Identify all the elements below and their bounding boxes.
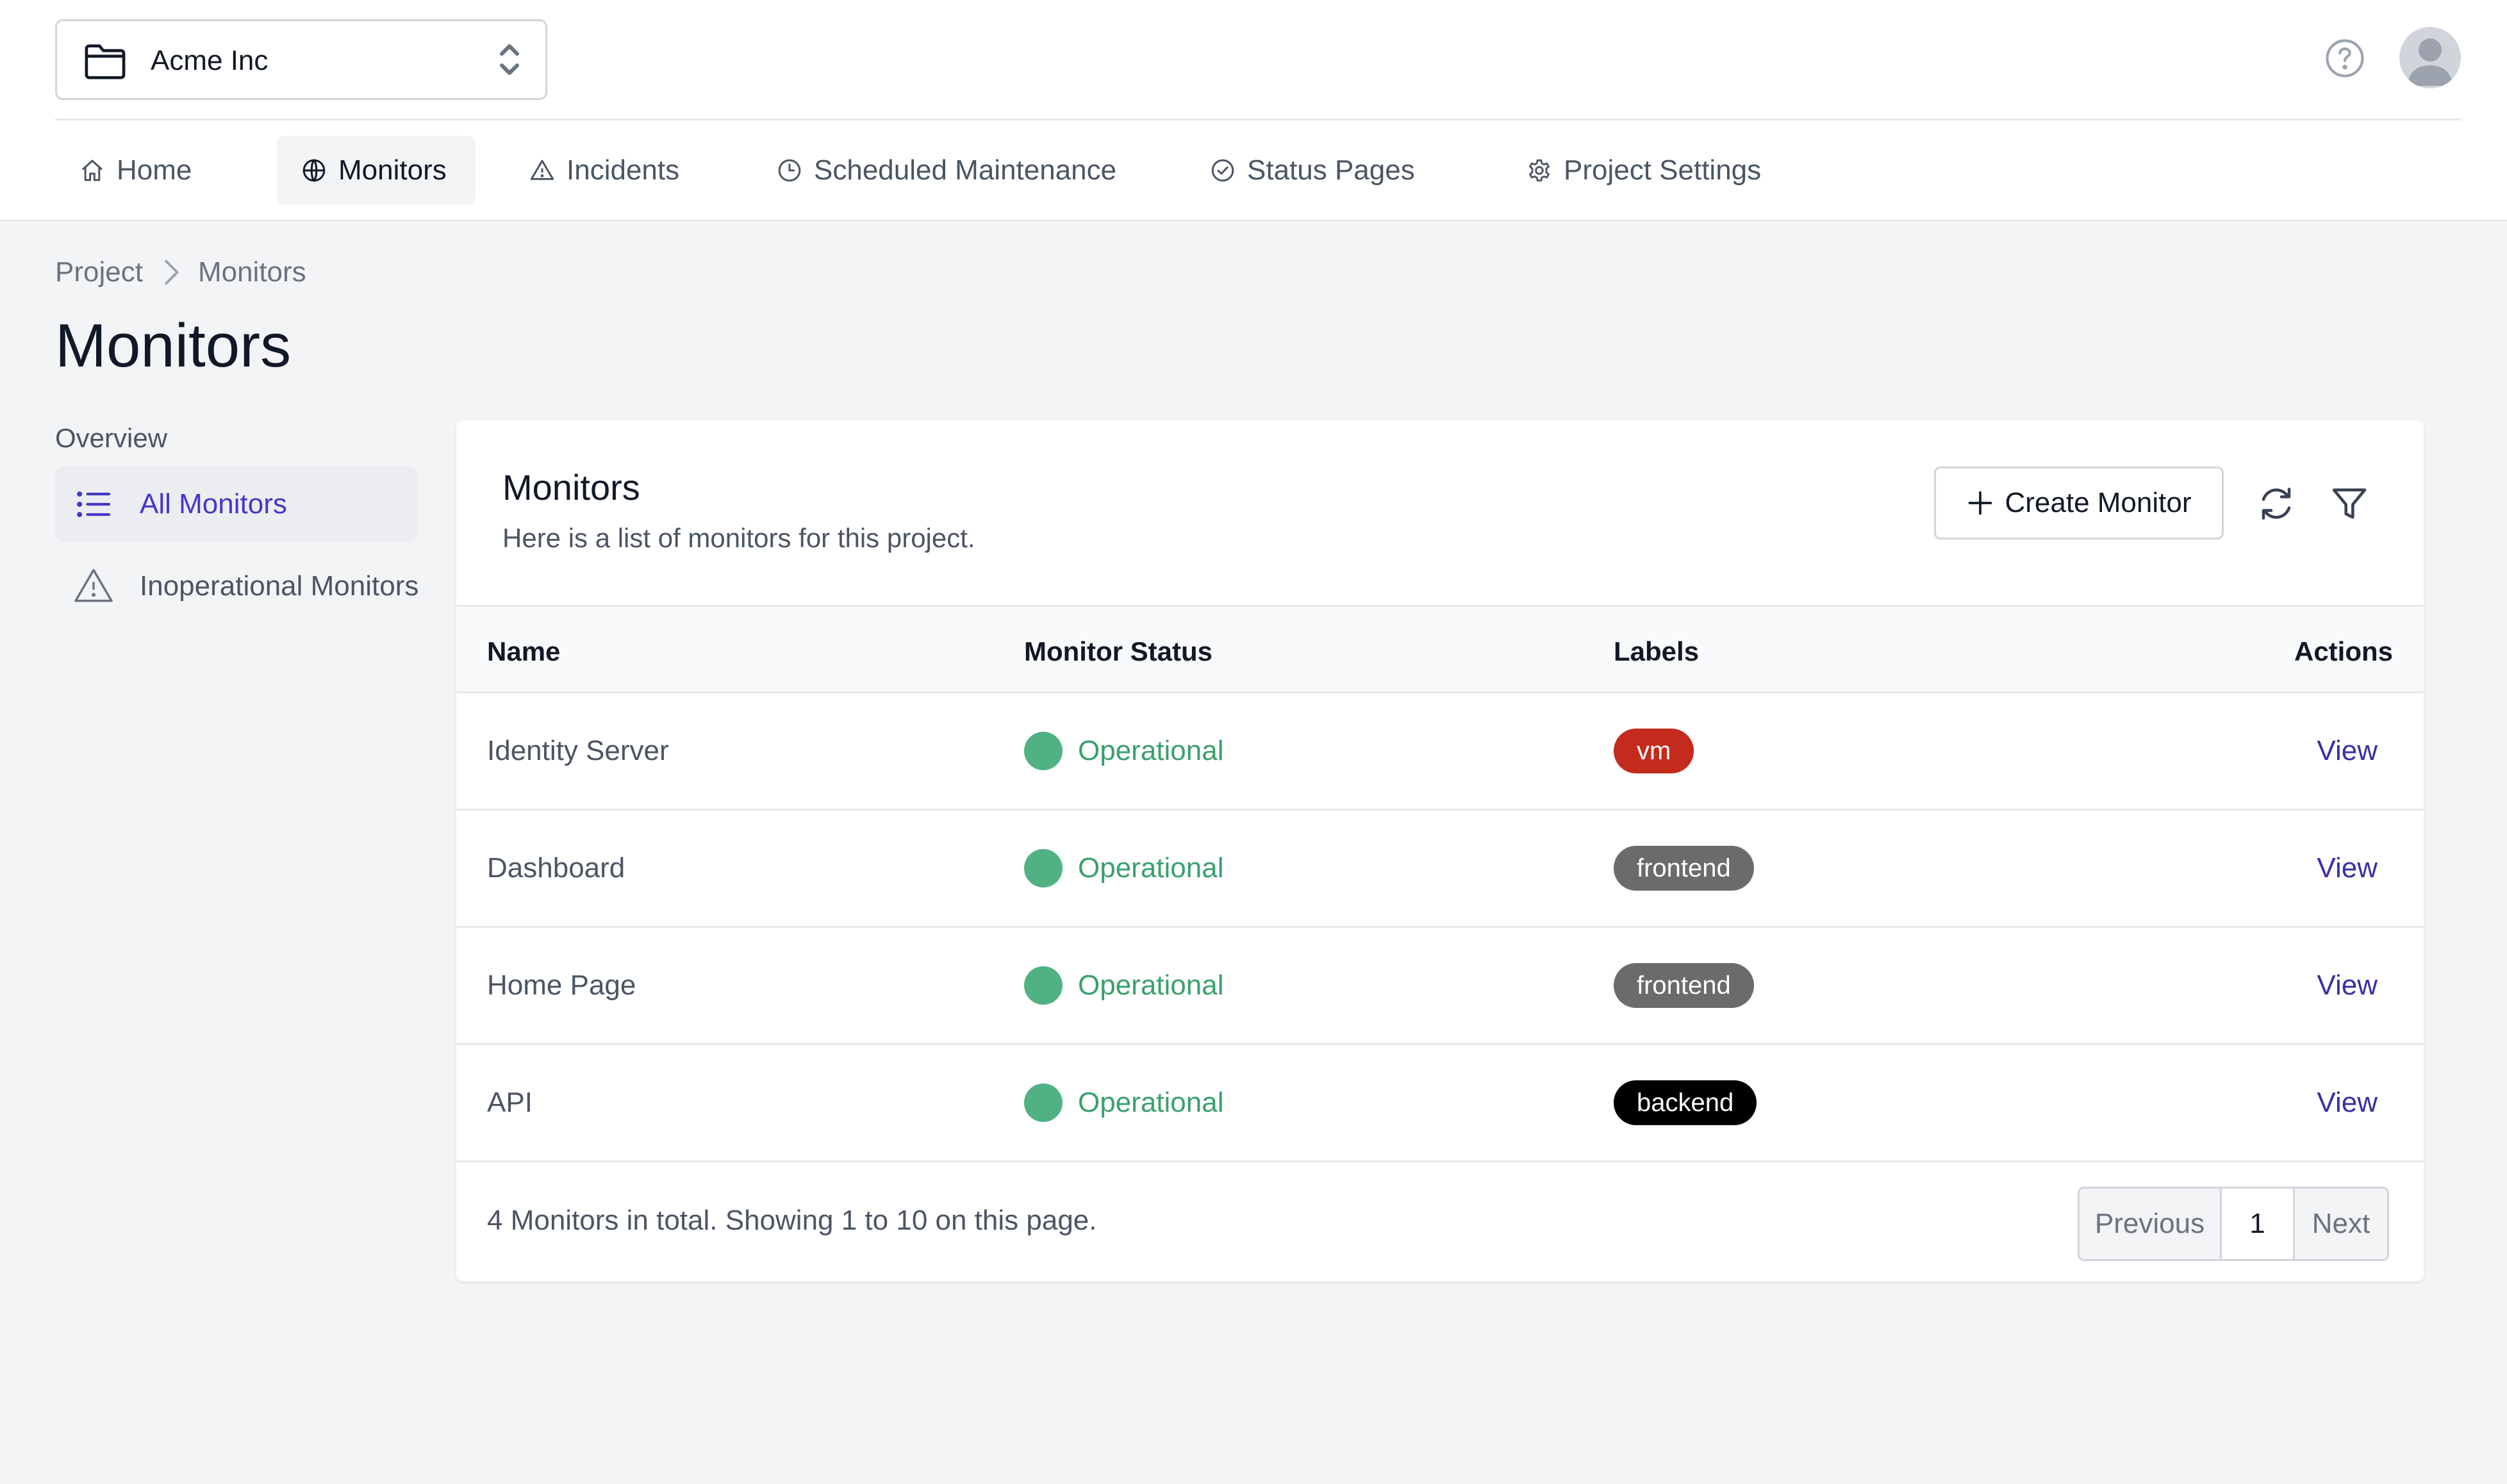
column-header-name: Name (487, 636, 561, 666)
label-badge: frontend (1614, 846, 1754, 891)
card-title: Monitors (502, 467, 640, 507)
view-link[interactable]: View (2317, 735, 2378, 767)
filter-icon[interactable] (2329, 483, 2370, 524)
nav-label: Status Pages (1247, 154, 1415, 186)
monitor-status: Operational (1024, 693, 1223, 809)
user-icon (2407, 38, 2453, 86)
label-badge: frontend (1614, 963, 1754, 1008)
monitors-card: Monitors Here is a list of monitors for … (456, 420, 2424, 1282)
status-dot (1024, 1084, 1063, 1122)
monitor-name: Dashboard (487, 852, 625, 884)
monitor-actions: View (2317, 1045, 2378, 1160)
warning-icon (74, 568, 113, 602)
view-link[interactable]: View (2317, 852, 2378, 884)
breadcrumb-monitors[interactable]: Monitors (198, 256, 306, 288)
sidebar-item-all-monitors[interactable]: All Monitors (55, 466, 418, 542)
pagination: Previous 1 Next (2078, 1187, 2389, 1261)
monitor-status: Operational (1024, 811, 1223, 926)
warning-icon (530, 160, 554, 180)
nav-label: Project Settings (1564, 154, 1762, 186)
view-link[interactable]: View (2317, 1087, 2378, 1119)
nav-status-pages[interactable]: Status Pages (1184, 136, 1428, 205)
nav-label: Monitors (338, 154, 447, 186)
check-circle-icon (1211, 159, 1234, 182)
monitor-labels: frontend (1614, 811, 1754, 926)
breadcrumb: Project Monitors (55, 256, 306, 288)
column-header-monitor-status: Monitor Status (1024, 636, 1212, 666)
help-icon[interactable] (2324, 37, 2366, 79)
page-title: Monitors (55, 311, 292, 380)
avatar[interactable] (2399, 27, 2461, 88)
status-dot (1024, 966, 1063, 1005)
folder-icon (85, 44, 126, 79)
table-body: Identity Server Operational vm View Dashboar… (456, 693, 2424, 1162)
nav-incidents[interactable]: Incidents (504, 136, 709, 205)
table-summary: 4 Monitors in total. Showing 1 to 10 on … (487, 1205, 1097, 1236)
next-page-button[interactable]: Next (2295, 1189, 2387, 1259)
sidebar-item-label: All Monitors (140, 488, 287, 520)
nav-scheduled-maintenance[interactable]: Scheduled Maintenance (751, 136, 1123, 205)
monitor-name: Home Page (487, 969, 636, 1001)
gear-icon (1529, 159, 1550, 182)
create-monitor-label: Create Monitor (2005, 487, 2192, 518)
monitor-actions: View (2317, 693, 2378, 809)
nav-monitors[interactable]: Monitors (277, 136, 476, 205)
chevron-updown-icon (500, 44, 519, 75)
monitor-labels: vm (1614, 693, 1694, 809)
nav-project-settings[interactable]: Project Settings (1501, 136, 1770, 205)
table-header: Name Monitor Status Labels Actions (456, 605, 2424, 693)
monitor-actions: View (2317, 928, 2378, 1043)
chevron-right-icon (165, 260, 179, 285)
project-name: Acme Inc (151, 45, 269, 76)
status-text: Operational (1078, 969, 1224, 1001)
monitor-labels: frontend (1614, 928, 1754, 1043)
status-text: Operational (1078, 735, 1224, 766)
nav-label: Home (117, 154, 192, 186)
monitor-labels: backend (1614, 1045, 1757, 1160)
header-divider (55, 119, 2461, 120)
list-icon (77, 491, 111, 517)
current-page-number[interactable]: 1 (2222, 1189, 2295, 1259)
nav-label: Incidents (567, 154, 680, 186)
status-text: Operational (1078, 852, 1224, 884)
breadcrumb-project[interactable]: Project (55, 256, 143, 288)
monitor-status: Operational (1024, 928, 1223, 1043)
table-row: Home Page Operational frontend View (456, 928, 2424, 1045)
status-text: Operational (1078, 1087, 1224, 1118)
top-bar: Acme Inc Home Monitors Incidents Schedul… (0, 0, 2507, 222)
project-switcher[interactable]: Acme Inc (55, 19, 547, 100)
nav-label: Scheduled Maintenance (814, 154, 1117, 186)
table-row: Dashboard Operational frontend View (456, 811, 2424, 928)
monitor-status: Operational (1024, 1045, 1223, 1160)
status-dot (1024, 849, 1063, 887)
monitor-actions: View (2317, 811, 2378, 926)
label-badge: vm (1614, 729, 1694, 773)
column-header-actions: Actions (2294, 636, 2393, 666)
create-monitor-button[interactable]: Create Monitor (1934, 466, 2224, 540)
sidebar-heading: Overview (55, 423, 168, 453)
table-row: Identity Server Operational vm View (456, 693, 2424, 811)
sidebar-item-label: Inoperational Monitors (140, 570, 419, 602)
table-row: API Operational backend View (456, 1045, 2424, 1162)
sidebar-item-inoperational-monitors[interactable]: Inoperational Monitors (55, 548, 452, 624)
monitors-table: Name Monitor Status Labels Actions Ident… (456, 605, 2424, 1162)
view-link[interactable]: View (2317, 969, 2378, 1002)
refresh-icon[interactable] (2256, 483, 2297, 524)
status-dot (1024, 732, 1063, 770)
home-icon (82, 160, 103, 181)
nav-home[interactable]: Home (55, 136, 210, 205)
monitor-name: Identity Server (487, 735, 669, 766)
label-badge: backend (1614, 1080, 1757, 1125)
globe-icon (302, 159, 326, 182)
monitor-name: API (487, 1087, 533, 1118)
card-subtitle: Here is a list of monitors for this proj… (502, 523, 975, 553)
clock-icon (778, 159, 801, 182)
column-header-labels: Labels (1614, 636, 1700, 666)
plus-icon (1969, 491, 1992, 515)
previous-page-button[interactable]: Previous (2080, 1189, 2222, 1259)
